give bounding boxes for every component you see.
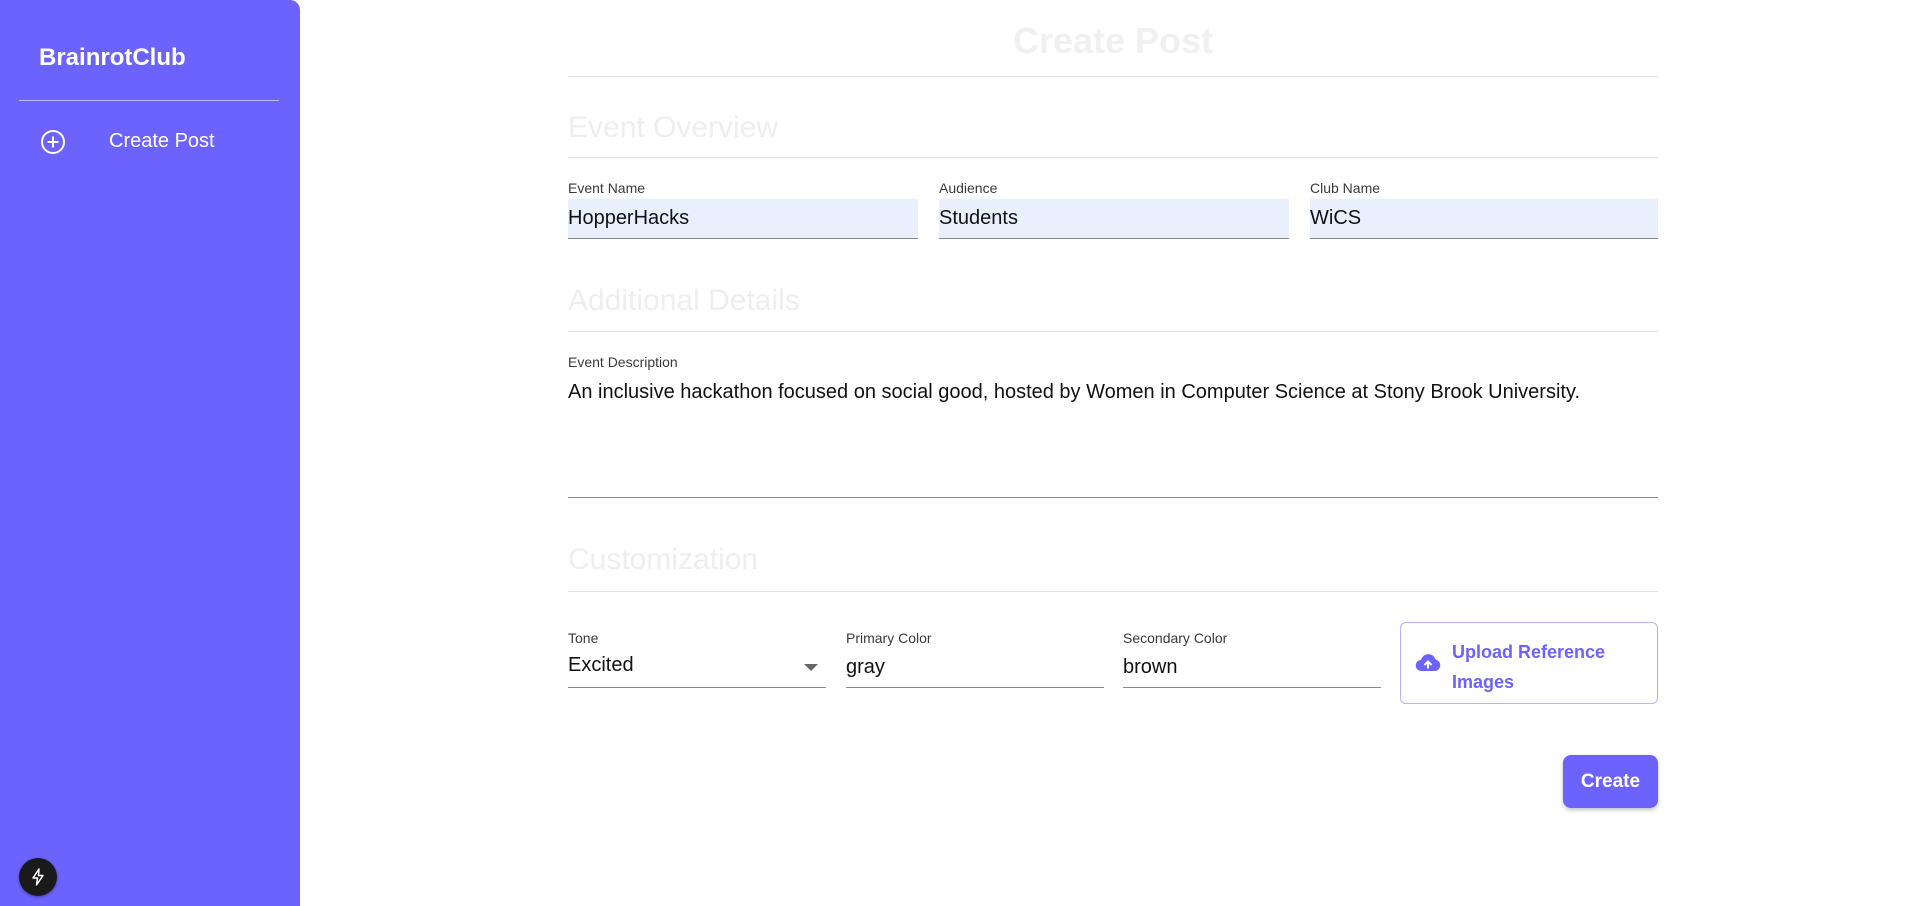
club-name-label: Club Name	[1310, 180, 1381, 196]
secondary-color-input[interactable]	[1123, 648, 1381, 688]
section-title-customization: Customization	[568, 543, 759, 576]
divider	[568, 76, 1658, 77]
club-name-input[interactable]	[1310, 199, 1658, 239]
section-title-additional-details: Additional Details	[568, 284, 800, 317]
event-name-input[interactable]	[568, 199, 918, 239]
sidebar-item-create-post[interactable]: Create Post	[0, 120, 300, 164]
tone-select[interactable]: Excited	[568, 648, 826, 688]
divider	[568, 591, 1658, 592]
create-button[interactable]: Create	[1563, 755, 1658, 808]
audience-input[interactable]	[939, 199, 1289, 239]
tone-label: Tone	[568, 630, 599, 646]
sidebar-item-label: Create Post	[109, 130, 215, 152]
divider	[568, 157, 1658, 158]
primary-color-label: Primary Color	[846, 630, 932, 646]
section-title-event-overview: Event Overview	[568, 111, 779, 144]
chevron-down-icon	[804, 664, 818, 671]
event-name-label: Event Name	[568, 180, 646, 196]
upload-reference-images-button[interactable]: Upload Reference Images	[1400, 622, 1658, 704]
plus-circle-icon	[41, 130, 65, 154]
divider	[568, 331, 1658, 332]
event-description-label: Event Description	[568, 354, 678, 370]
primary-color-input[interactable]	[846, 648, 1104, 688]
audience-label: Audience	[939, 180, 998, 196]
create-post-form: Create Post Event Overview Event Name Au…	[568, 0, 1658, 906]
upload-button-label: Upload Reference Images	[1452, 642, 1606, 692]
dev-tools-button[interactable]	[19, 858, 57, 896]
bolt-icon	[32, 868, 44, 886]
page-title: Create Post	[1012, 20, 1214, 61]
tone-value: Excited	[568, 654, 634, 676]
event-description-input[interactable]: An inclusive hackathon focused on social…	[568, 378, 1658, 498]
secondary-color-label: Secondary Color	[1123, 630, 1228, 646]
sidebar: BrainrotClub Create Post	[0, 0, 300, 906]
brand-logo[interactable]: BrainrotClub	[39, 44, 186, 72]
cloud-upload-icon	[1415, 654, 1441, 672]
sidebar-divider	[19, 100, 279, 101]
